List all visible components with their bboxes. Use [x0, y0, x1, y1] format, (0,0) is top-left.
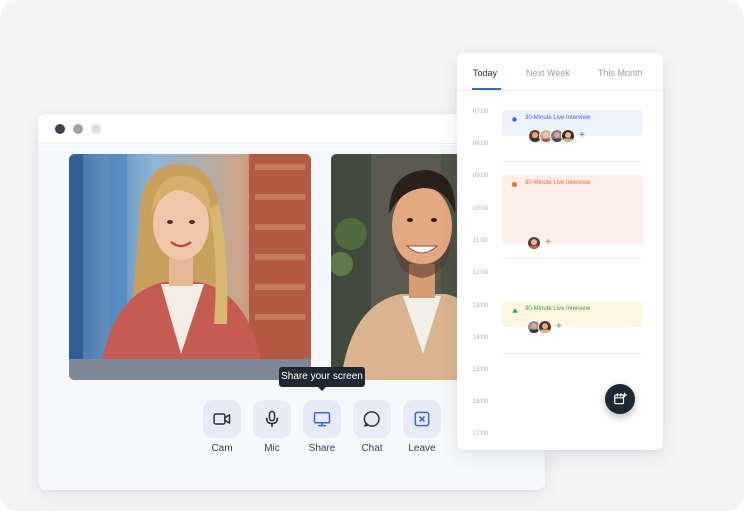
mic-control: Mic: [252, 400, 292, 454]
tab-this-month[interactable]: This Month: [598, 68, 643, 78]
share-label: Share: [308, 443, 336, 454]
share-control: Share: [302, 400, 342, 454]
cam-label: Cam: [211, 443, 233, 454]
leave-button[interactable]: [403, 400, 441, 438]
chat-control: Chat: [352, 400, 392, 454]
triangle-marker-icon: [512, 308, 518, 313]
add-attendee-icon[interactable]: +: [579, 129, 585, 143]
monitor-icon: [313, 412, 331, 427]
chat-bubble-icon: [363, 411, 380, 427]
attendee-avatar[interactable]: [561, 129, 575, 143]
tab-today[interactable]: Today: [473, 68, 497, 78]
active-tab-indicator: [472, 88, 501, 90]
time-label: 08:00: [473, 141, 489, 147]
schedule-tabs: Today Next Week This Month: [457, 53, 663, 91]
event-attendees: +: [527, 320, 562, 334]
tab-next-week[interactable]: Next Week: [526, 68, 570, 78]
time-label: 16:00: [473, 399, 489, 405]
mic-button[interactable]: [253, 400, 291, 438]
mic-label: Mic: [264, 443, 280, 454]
time-label: 14:00: [473, 335, 489, 341]
cam-control: Cam: [202, 400, 242, 454]
window-minimize-dot[interactable]: [73, 124, 83, 134]
square-marker-icon: [512, 182, 517, 187]
event-card[interactable]: 30-Minute Live Interview: [502, 301, 643, 327]
time-label: 11:00: [473, 238, 488, 244]
event-attendees: +: [528, 129, 585, 143]
slot-divider: [502, 258, 642, 259]
video-camera-icon: [213, 413, 231, 425]
share-screen-tooltip: Share your screen: [279, 367, 365, 391]
chat-label: Chat: [361, 443, 383, 454]
time-label: 17:00: [473, 431, 489, 437]
time-label: 07:00: [473, 109, 489, 115]
time-label: 13:00: [473, 303, 489, 309]
event-attendees: +: [527, 236, 551, 250]
time-label: 10:00: [473, 206, 489, 212]
leave-label: Leave: [408, 443, 436, 454]
add-attendee-icon[interactable]: +: [545, 236, 551, 250]
time-label: 09:00: [473, 173, 489, 179]
circle-marker-icon: [512, 117, 517, 122]
slot-divider: [502, 161, 642, 162]
cam-button[interactable]: [203, 400, 241, 438]
attendee-avatar[interactable]: [527, 236, 541, 250]
microphone-icon: [265, 410, 279, 428]
call-controls: Cam Mic Share Chat Leave: [202, 400, 442, 460]
add-event-button[interactable]: [605, 384, 635, 414]
time-label: 15:00: [473, 367, 489, 373]
window-close-dot[interactable]: [55, 124, 65, 134]
window-maximize-dot[interactable]: [91, 124, 101, 134]
add-attendee-icon[interactable]: +: [556, 320, 562, 334]
event-card[interactable]: 90-Minute Live Interview: [502, 175, 643, 244]
share-button[interactable]: [303, 400, 341, 438]
slot-divider: [502, 353, 642, 354]
calendar-add-icon: [614, 392, 627, 405]
leave-control: Leave: [402, 400, 442, 454]
event-title: 90-Minute Live Interview: [525, 180, 591, 186]
attendee-avatar[interactable]: [538, 320, 552, 334]
participant-video-woman[interactable]: [69, 154, 311, 380]
close-square-icon: [414, 411, 430, 427]
event-title: 30-Minute Live Interview: [525, 115, 591, 121]
time-label: 12:00: [473, 270, 489, 276]
chat-button[interactable]: [353, 400, 391, 438]
event-title: 30-Minute Live Interview: [525, 306, 591, 312]
